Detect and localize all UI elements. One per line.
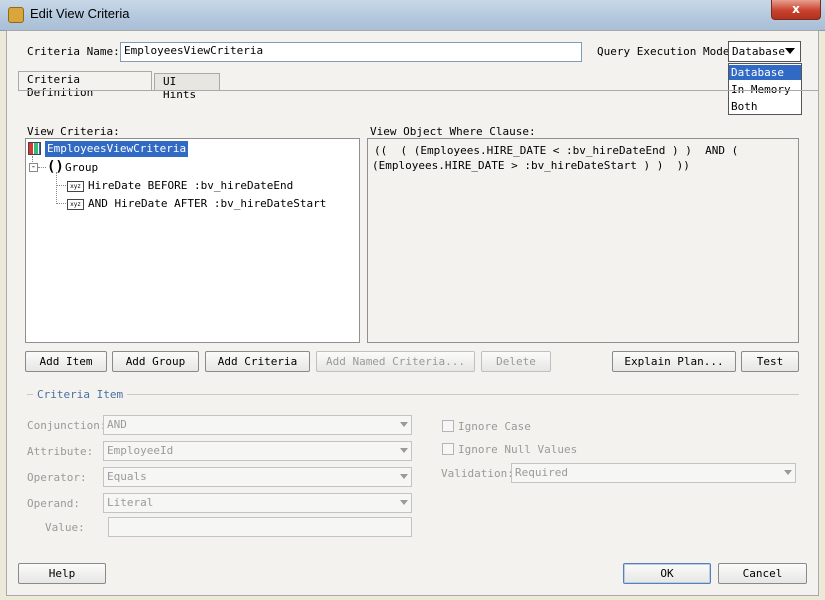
attribute-icon: xyz <box>67 198 84 210</box>
chevron-down-icon <box>400 448 408 453</box>
operator-label: Operator: <box>27 471 87 484</box>
ignore-case-checkbox[interactable] <box>442 420 454 432</box>
conjunction-label: Conjunction: <box>27 419 107 432</box>
query-mode-option-both[interactable]: Both <box>731 100 758 113</box>
close-button[interactable]: x <box>771 0 821 20</box>
tree-line <box>56 172 58 204</box>
tree-item-1[interactable]: xyz HireDate BEFORE :bv_hireDateEnd <box>67 179 293 192</box>
operand-value: Literal <box>107 496 154 509</box>
add-named-criteria-button[interactable]: Add Named Criteria... <box>316 351 475 372</box>
operand-label: Operand: <box>27 497 80 510</box>
title-bar: Edit View Criteria <box>0 0 825 31</box>
criteria-root-icon <box>28 142 41 155</box>
add-group-button[interactable]: Add Group <box>112 351 199 372</box>
ignore-null-values-label: Ignore Null Values <box>458 443 578 456</box>
window-title: Edit View Criteria <box>30 6 130 21</box>
cancel-button[interactable]: Cancel <box>718 563 807 584</box>
chevron-down-icon <box>784 470 792 475</box>
test-button[interactable]: Test <box>741 351 799 372</box>
app-icon <box>8 7 24 23</box>
where-clause-label: View Object Where Clause: <box>370 125 536 138</box>
validation-select[interactable]: Required <box>511 463 796 483</box>
chevron-down-icon <box>785 48 795 54</box>
criteria-name-input[interactable]: EmployeesViewCriteria <box>120 42 582 62</box>
where-clause-area[interactable]: (( ( (Employees.HIRE_DATE < :bv_hireDate… <box>367 138 799 343</box>
tree-line <box>56 203 66 204</box>
tree-line <box>56 185 66 186</box>
criteria-item-heading: Criteria Item <box>33 388 128 401</box>
delete-button[interactable]: Delete <box>481 351 551 372</box>
criteria-name-label: Criteria Name: <box>27 45 120 58</box>
tree-root-node[interactable]: EmployeesViewCriteria <box>45 141 189 157</box>
attribute-icon: xyz <box>67 180 84 192</box>
conjunction-select[interactable]: AND <box>103 415 412 435</box>
view-criteria-tree[interactable]: EmployeesViewCriteria - () Group xyz Hire… <box>25 138 360 343</box>
operator-value: Equals <box>107 470 147 483</box>
attribute-label: Attribute: <box>27 445 94 458</box>
tree-item-label: HireDate BEFORE :bv_hireDateEnd <box>88 179 294 192</box>
help-button[interactable]: Help <box>18 563 106 584</box>
operator-select[interactable]: Equals <box>103 467 412 487</box>
validation-label: Validation: <box>441 467 514 480</box>
tab-divider <box>18 90 818 91</box>
where-clause-line-2: (Employees.HIRE_DATE > :bv_hireDateStart… <box>372 159 690 172</box>
ignore-null-values-checkbox[interactable] <box>442 443 454 455</box>
tree-item-label: AND HireDate AFTER :bv_hireDateStart <box>88 197 327 210</box>
explain-plan-button[interactable]: Explain Plan... <box>612 351 736 372</box>
value-label: Value: <box>45 521 85 534</box>
tree-group-node[interactable]: Group <box>65 161 98 174</box>
chevron-down-icon <box>400 474 408 479</box>
query-mode-label: Query Execution Mode: <box>597 45 737 58</box>
attribute-value: EmployeeId <box>107 444 174 457</box>
tree-line <box>38 167 46 168</box>
validation-value: Required <box>515 466 568 479</box>
tab-strip: Criteria Definition UI Hints <box>18 71 818 101</box>
tree-item-2[interactable]: xyz AND HireDate AFTER :bv_hireDateStart <box>67 197 326 210</box>
add-item-button[interactable]: Add Item <box>25 351 107 372</box>
query-mode-select[interactable]: Database <box>728 41 801 62</box>
tab-ui-hints[interactable]: UI Hints <box>154 73 220 101</box>
collapse-icon[interactable]: - <box>29 163 38 172</box>
ignore-case-label: Ignore Case <box>458 420 531 433</box>
where-clause-line-1: (( ( (Employees.HIRE_DATE < :bv_hireDate… <box>374 144 739 157</box>
ok-button[interactable]: OK <box>623 563 711 584</box>
view-criteria-label: View Criteria: <box>27 125 120 138</box>
conjunction-value: AND <box>107 418 127 431</box>
chevron-down-icon <box>400 422 408 427</box>
query-mode-value: Database <box>732 45 785 58</box>
value-input[interactable] <box>108 517 412 537</box>
add-criteria-button[interactable]: Add Criteria <box>205 351 310 372</box>
tab-criteria-definition[interactable]: Criteria Definition <box>18 71 152 99</box>
chevron-down-icon <box>400 500 408 505</box>
operand-select[interactable]: Literal <box>103 493 412 513</box>
attribute-select[interactable]: EmployeeId <box>103 441 412 461</box>
section-divider <box>27 394 799 395</box>
